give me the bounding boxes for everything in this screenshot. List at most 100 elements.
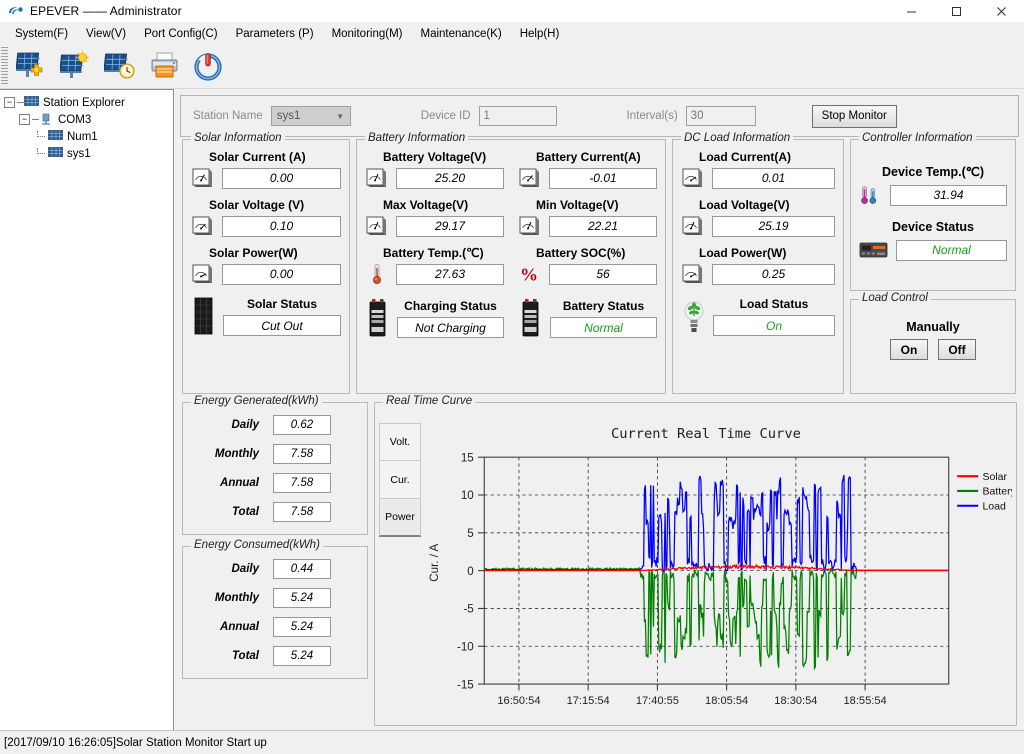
xtick: 17:15:54 xyxy=(567,695,610,707)
solar-status-block: Solar Status Cut Out xyxy=(191,294,341,336)
menu-bar: System(F) View(V) Port Config(C) Paramet… xyxy=(0,23,1024,44)
battery-current-label: Battery Current(A) xyxy=(536,150,641,164)
energy-generated-row: Daily 0.62 xyxy=(193,415,357,435)
tree-connector xyxy=(37,131,47,142)
battery-status-value: Normal xyxy=(550,317,657,338)
solar-voltage-field: Solar Voltage (V) 0.10 xyxy=(191,198,341,237)
dc-load-information-panel: DC Load Information Load Current(A) 0.01… xyxy=(672,132,844,394)
add-solar-station-icon[interactable] xyxy=(13,46,53,86)
energy-consumed-panel: Energy Consumed(kWh) Daily 0.44 Monthly … xyxy=(182,539,368,679)
solar-panel-sun-icon[interactable] xyxy=(57,46,97,86)
toolbar-grip[interactable] xyxy=(1,47,8,85)
wattmeter-icon xyxy=(681,263,705,285)
max-voltage-label: Max Voltage(V) xyxy=(383,198,469,212)
station-name-value: sys1 xyxy=(276,110,301,122)
chart-ylabel: Cur. / A xyxy=(428,543,441,581)
legend-label-load: Load xyxy=(982,500,1006,512)
stop-monitor-button[interactable]: Stop Monitor xyxy=(811,104,897,128)
solar-information-title: Solar Information xyxy=(191,132,285,144)
solar-status-value: Cut Out xyxy=(223,315,341,336)
energy-consumed-daily-label: Daily xyxy=(231,563,260,575)
interval-input[interactable]: 30 xyxy=(685,106,756,126)
window-title: EPEVER —— Administrator xyxy=(30,4,182,18)
xtick: 18:30:54 xyxy=(774,695,817,707)
energy-consumed-total-label: Total xyxy=(231,650,259,662)
close-icon[interactable] xyxy=(979,0,1024,23)
menu-item-system[interactable]: System(F) xyxy=(6,26,77,42)
device-id-label: Device ID xyxy=(420,110,471,122)
chart-tab-list: Volt. Cur. Power xyxy=(379,415,421,721)
tab-volt[interactable]: Volt. xyxy=(379,423,421,461)
current-real-time-curve-chart: Current Real Time Curve Cur. / A 15 10 5… xyxy=(428,426,1012,707)
solar-power-value: 0.00 xyxy=(222,263,341,285)
tree-label-station-explorer: Station Explorer xyxy=(43,96,125,109)
tab-cur[interactable]: Cur. xyxy=(379,461,421,499)
min-voltage-value: 22.21 xyxy=(549,215,657,237)
legend-label-battery: Battery xyxy=(982,486,1012,498)
load-status-label: Load Status xyxy=(739,297,809,311)
expander-icon[interactable]: − xyxy=(19,114,30,125)
menu-item-view[interactable]: View(V) xyxy=(77,26,135,42)
station-toolbar: Station Name sys1 ▼ Device ID 1 Interval… xyxy=(180,95,1019,137)
tree-label-num1: Num1 xyxy=(67,130,98,143)
tab-power[interactable]: Power xyxy=(379,499,421,537)
station-name-select[interactable]: sys1 ▼ xyxy=(270,106,351,126)
menu-item-maintenance[interactable]: Maintenance(K) xyxy=(412,26,511,42)
battery-current-field: Battery Current(A) -0.01 xyxy=(518,150,657,189)
menu-item-parameters[interactable]: Parameters (P) xyxy=(227,26,323,42)
menu-item-help[interactable]: Help(H) xyxy=(511,26,569,42)
chevron-down-icon: ▼ xyxy=(336,111,345,121)
load-on-button[interactable]: On xyxy=(890,339,928,360)
energy-consumed-annual-label: Annual xyxy=(220,621,259,633)
ytick: 10 xyxy=(461,489,474,502)
voltmeter-icon xyxy=(365,215,389,237)
controller-information-title: Controller Information xyxy=(859,132,976,144)
minimize-icon[interactable] xyxy=(889,0,934,23)
tree-node-com3[interactable]: − COM3 xyxy=(4,111,173,128)
solar-panel-clock-icon[interactable] xyxy=(101,46,141,86)
energy-generated-monthly-label: Monthly xyxy=(214,448,259,460)
energy-consumed-row: Monthly 5.24 xyxy=(193,588,357,608)
max-voltage-value: 29.17 xyxy=(396,215,504,237)
ytick: 15 xyxy=(461,451,474,464)
solar-current-field: Solar Current (A) 0.00 xyxy=(191,150,341,189)
solar-current-value: 0.00 xyxy=(222,167,341,189)
min-voltage-label: Min Voltage(V) xyxy=(536,198,619,212)
tree-node-station-explorer[interactable]: − Station Explorer xyxy=(4,94,173,111)
power-icon[interactable] xyxy=(189,46,229,86)
energy-generated-panel: Energy Generated(kWh) Daily 0.62 Monthly… xyxy=(182,395,368,535)
load-power-field: Load Power(W) 0.25 xyxy=(681,246,835,285)
tree-node-num1[interactable]: Num1 xyxy=(4,128,173,145)
status-bar: [2017/09/10 16:26:05]Solar Station Monit… xyxy=(0,730,1024,754)
printer-icon[interactable] xyxy=(145,46,185,86)
menu-item-monitoring[interactable]: Monitoring(M) xyxy=(323,26,412,42)
load-voltage-field: Load Voltage(V) 25.19 xyxy=(681,198,835,237)
battery-voltage-value: 25.20 xyxy=(396,167,504,189)
charging-status-value: Not Charging xyxy=(397,317,504,338)
voltmeter-icon xyxy=(518,215,542,237)
chart-area[interactable]: Current Real Time Curve Cur. / A 15 10 5… xyxy=(421,415,1012,721)
ammeter-icon xyxy=(518,167,542,189)
load-off-button[interactable]: Off xyxy=(938,339,976,360)
battery-temp-value: 27.63 xyxy=(396,263,504,285)
load-status-value: On xyxy=(713,315,835,336)
menu-item-port-config[interactable]: Port Config(C) xyxy=(135,26,227,42)
body-area: − Station Explorer − COM3 Num1 sys1 Stat… xyxy=(0,89,1024,730)
voltmeter-icon xyxy=(191,215,215,237)
wattmeter-icon xyxy=(191,263,215,285)
solar-power-label: Solar Power(W) xyxy=(209,246,298,260)
energy-generated-total-value: 7.58 xyxy=(273,502,331,522)
application-window: EPEVER —— Administrator System(F) View(V… xyxy=(0,0,1024,754)
controller-information-panel: Controller Information Device Temp.(℃) 3… xyxy=(850,132,1016,291)
device-status-label: Device Status xyxy=(892,220,974,234)
maximize-icon[interactable] xyxy=(934,0,979,23)
battery-soc-value: 56 xyxy=(549,263,657,285)
tree-node-sys1[interactable]: sys1 xyxy=(4,145,173,162)
battery-soc-field: Battery SOC(%) % 56 xyxy=(518,246,657,285)
tree-connector xyxy=(17,102,24,103)
battery-soc-label: Battery SOC(%) xyxy=(536,246,626,260)
device-id-input[interactable]: 1 xyxy=(478,106,557,126)
energy-consumed-daily-value: 0.44 xyxy=(273,559,331,579)
expander-icon[interactable]: − xyxy=(4,97,15,108)
xtick: 18:55:54 xyxy=(844,695,887,707)
